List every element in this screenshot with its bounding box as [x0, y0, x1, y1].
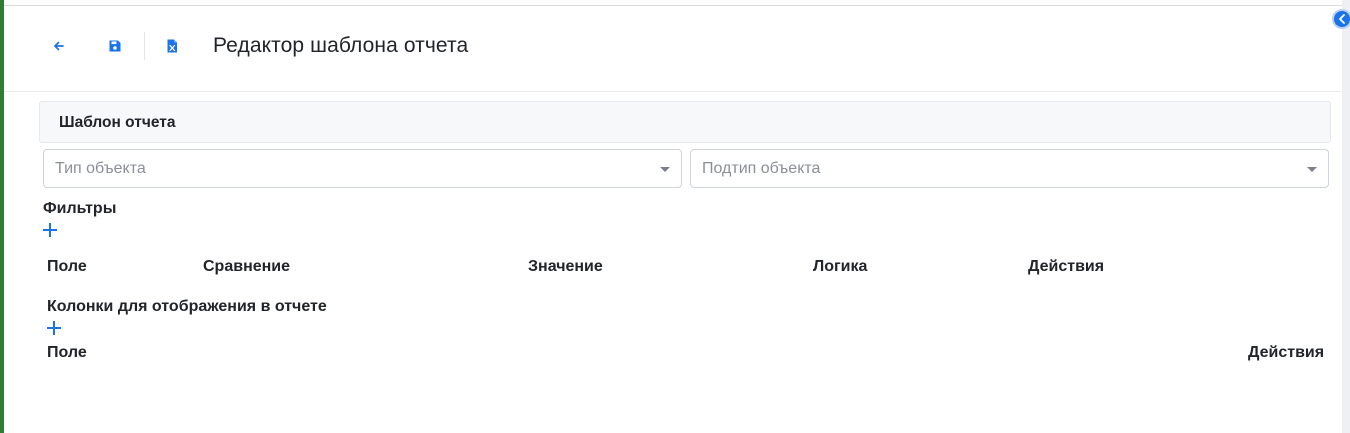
report-columns-header: Поле — [47, 344, 87, 361]
excel-file-icon — [167, 39, 177, 53]
filters-column-header: Значение — [528, 258, 603, 275]
object-type-select[interactable]: Тип объекта — [43, 149, 682, 188]
chevron-down-icon — [1307, 167, 1317, 172]
back-button[interactable] — [51, 38, 67, 54]
filters-title: Фильтры — [43, 200, 117, 217]
object-subtype-placeholder: Подтип объекта — [702, 160, 821, 177]
add-filter-button[interactable] — [43, 223, 57, 237]
report-columns-header: Действия — [1248, 344, 1325, 361]
report-columns-title: Колонки для отображения в отчете — [47, 298, 327, 315]
header-divider — [144, 32, 145, 60]
right-sidebar-edge — [1342, 0, 1350, 433]
chevron-down-icon — [660, 167, 670, 172]
section-title: Шаблон отчета — [59, 114, 176, 131]
add-column-button[interactable] — [47, 321, 61, 335]
save-icon — [109, 40, 121, 52]
template-section-header: Шаблон отчета — [39, 101, 1331, 143]
export-excel-button[interactable] — [164, 38, 180, 54]
object-subtype-select[interactable]: Подтип объекта — [690, 149, 1329, 188]
page-header: Редактор шаблона отчета — [4, 6, 1342, 92]
page-title: Редактор шаблона отчета — [213, 34, 469, 57]
filters-column-header: Поле — [47, 258, 87, 275]
object-type-placeholder: Тип объекта — [55, 160, 146, 177]
filters-column-header: Действия — [1028, 258, 1105, 275]
save-button[interactable] — [107, 38, 123, 54]
filters-column-header: Логика — [813, 258, 868, 275]
filters-column-header: Сравнение — [203, 258, 291, 275]
arrow-left-icon — [54, 41, 64, 51]
